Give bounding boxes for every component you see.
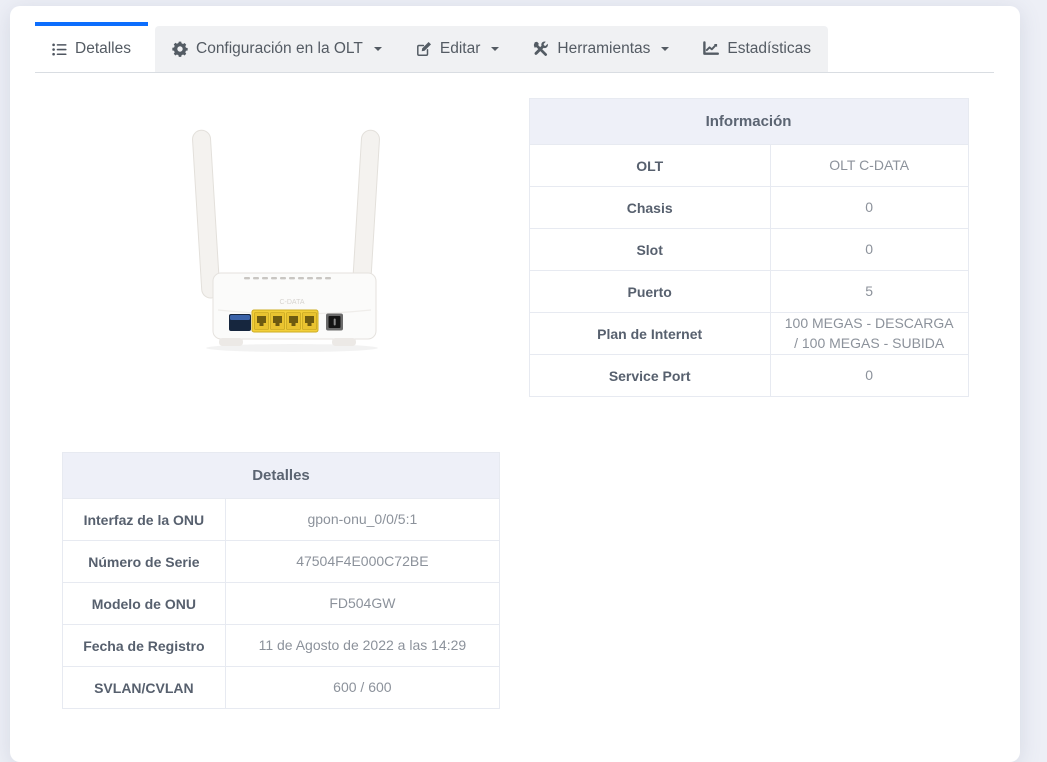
row-label: Chasis bbox=[529, 187, 770, 229]
tab-content: C-DATA bbox=[10, 73, 1020, 709]
table-row: Puerto 5 bbox=[529, 271, 968, 313]
row-value: FD504GW bbox=[225, 583, 499, 625]
table-row: Service Port 0 bbox=[529, 355, 968, 397]
info-table-title: Información bbox=[529, 99, 968, 145]
onu-detail-card: Detalles Configuración en la OLT bbox=[10, 6, 1020, 762]
table-row: Interfaz de la ONU gpon-onu_0/0/5:1 bbox=[63, 499, 500, 541]
tab-herramientas[interactable]: Herramientas bbox=[516, 26, 686, 72]
row-value: 0 bbox=[770, 229, 968, 271]
tab-label: Herramientas bbox=[557, 40, 650, 58]
row-value: OLT C-DATA bbox=[770, 145, 968, 187]
table-row: Modelo de ONU FD504GW bbox=[63, 583, 500, 625]
onu-device-image: C-DATA bbox=[46, 126, 526, 356]
row-value: 47504F4E000C72BE bbox=[225, 541, 499, 583]
fiber-port bbox=[229, 314, 251, 331]
details-table-title: Detalles bbox=[63, 453, 500, 499]
lan-ports bbox=[252, 310, 318, 332]
device-logo-text: C-DATA bbox=[279, 299, 304, 306]
table-row: Plan de Internet 100 MEGAS - DESCARGA / … bbox=[529, 313, 968, 355]
tab-label: Estadísticas bbox=[727, 40, 811, 58]
edit-icon bbox=[416, 41, 432, 57]
row-value: 0 bbox=[770, 187, 968, 229]
list-icon bbox=[52, 42, 67, 57]
device-column: C-DATA bbox=[35, 98, 515, 397]
row-value: 5 bbox=[770, 271, 968, 313]
row-label: SVLAN/CVLAN bbox=[63, 667, 226, 709]
tab-editar[interactable]: Editar bbox=[399, 26, 517, 72]
table-row: Slot 0 bbox=[529, 229, 968, 271]
chart-line-icon bbox=[703, 41, 719, 57]
row-label: Interfaz de la ONU bbox=[63, 499, 226, 541]
tab-configuracion-olt[interactable]: Configuración en la OLT bbox=[155, 26, 399, 72]
row-label: Fecha de Registro bbox=[63, 625, 226, 667]
table-row: OLT OLT C-DATA bbox=[529, 145, 968, 187]
gear-icon bbox=[172, 41, 188, 57]
tab-label: Editar bbox=[440, 40, 481, 58]
tab-label: Detalles bbox=[75, 40, 131, 58]
tools-icon bbox=[533, 41, 549, 57]
row-label: Service Port bbox=[529, 355, 770, 397]
row-value: 0 bbox=[770, 355, 968, 397]
caret-down-icon bbox=[374, 47, 382, 55]
table-row: Fecha de Registro 11 de Agosto de 2022 a… bbox=[63, 625, 500, 667]
row-label: Puerto bbox=[529, 271, 770, 313]
table-row: Chasis 0 bbox=[529, 187, 968, 229]
tab-estadisticas[interactable]: Estadísticas bbox=[686, 26, 828, 72]
tab-bar: Detalles Configuración en la OLT bbox=[10, 6, 1020, 73]
row-value: 11 de Agosto de 2022 a las 14:29 bbox=[225, 625, 499, 667]
tab-detalles[interactable]: Detalles bbox=[35, 22, 148, 72]
row-value: 600 / 600 bbox=[225, 667, 499, 709]
tab-label: Configuración en la OLT bbox=[196, 40, 363, 58]
table-row: Número de Serie 47504F4E000C72BE bbox=[63, 541, 500, 583]
details-table: Detalles Interfaz de la ONU gpon-onu_0/0… bbox=[62, 452, 500, 709]
row-label: Número de Serie bbox=[63, 541, 226, 583]
caret-down-icon bbox=[491, 47, 499, 55]
antenna-left bbox=[192, 130, 220, 299]
row-label: Plan de Internet bbox=[529, 313, 770, 355]
row-value: 100 MEGAS - DESCARGA / 100 MEGAS - SUBID… bbox=[770, 313, 968, 355]
row-label: Slot bbox=[529, 229, 770, 271]
power-port bbox=[326, 314, 343, 331]
info-column: Información OLT OLT C-DATA Chasis 0 Slot bbox=[515, 98, 995, 397]
info-table: Información OLT OLT C-DATA Chasis 0 Slot bbox=[529, 98, 969, 397]
row-value: gpon-onu_0/0/5:1 bbox=[225, 499, 499, 541]
caret-down-icon bbox=[661, 47, 669, 55]
row-label: Modelo de ONU bbox=[63, 583, 226, 625]
nav-tabs: Detalles Configuración en la OLT bbox=[35, 22, 994, 73]
table-row: SVLAN/CVLAN 600 / 600 bbox=[63, 667, 500, 709]
row-label: OLT bbox=[529, 145, 770, 187]
